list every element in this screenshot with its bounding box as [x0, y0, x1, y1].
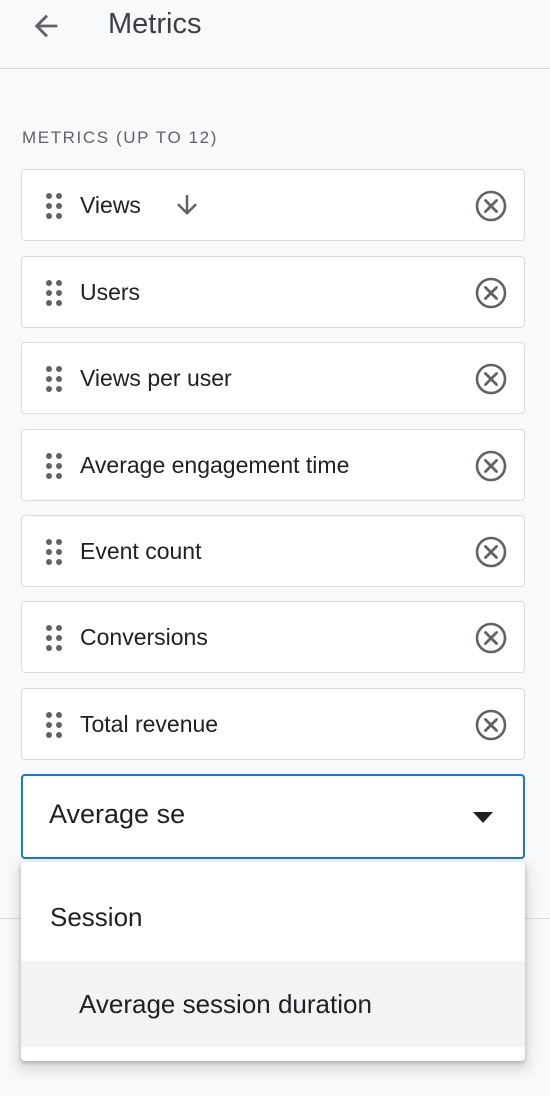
metric-label: Event count [80, 538, 202, 564]
drag-handle-icon[interactable] [44, 711, 66, 739]
dropdown-group-header: Session [50, 902, 143, 932]
arrow-back-icon [34, 14, 58, 38]
remove-circle-icon[interactable] [474, 449, 508, 483]
metric-item-conversions[interactable]: Conversions [21, 601, 525, 673]
drag-handle-icon[interactable] [44, 624, 66, 652]
metric-item-users[interactable]: Users [21, 256, 525, 328]
metric-label: Views [80, 192, 141, 218]
remove-circle-icon[interactable] [474, 535, 508, 569]
metric-item-average-engagement-time[interactable]: Average engagement time [21, 429, 525, 501]
remove-circle-icon[interactable] [474, 276, 508, 310]
arrow-downward-icon[interactable] [172, 190, 202, 220]
metric-label: Users [80, 279, 141, 305]
back-button[interactable] [24, 4, 68, 48]
metric-label: Conversions [80, 624, 208, 650]
metric-label: Total revenue [80, 711, 219, 737]
metrics-editor-page: Metrics METRICS (UP TO 12) Views Users V… [0, 0, 550, 1096]
drag-handle-icon[interactable] [44, 192, 66, 220]
metric-label: Views per user [80, 365, 232, 391]
remove-circle-icon[interactable] [474, 621, 508, 655]
suggestions-dropdown: Session Average session duration [21, 862, 525, 1061]
remove-circle-icon[interactable] [474, 708, 508, 742]
remove-circle-icon[interactable] [474, 362, 508, 396]
drag-handle-icon[interactable] [44, 538, 66, 566]
metric-item-event-count[interactable]: Event count [21, 515, 525, 587]
drag-handle-icon[interactable] [44, 365, 66, 393]
metric-label: Average engagement time [80, 452, 350, 478]
arrow-drop-down-icon[interactable] [473, 812, 493, 824]
dropdown-option-label: Average session duration [79, 989, 372, 1019]
drag-handle-icon[interactable] [44, 279, 66, 307]
page-title: Metrics [108, 8, 202, 40]
metric-search-box[interactable] [21, 774, 525, 859]
metric-item-total-revenue[interactable]: Total revenue [21, 688, 525, 760]
metric-item-views[interactable]: Views [21, 169, 525, 241]
remove-circle-icon[interactable] [474, 189, 508, 223]
section-label: METRICS (UP TO 12) [22, 128, 219, 147]
metric-item-views-per-user[interactable]: Views per user [21, 342, 525, 414]
dropdown-option[interactable]: Average session duration [21, 961, 525, 1047]
drag-handle-icon[interactable] [44, 452, 66, 480]
header: Metrics [0, 0, 550, 69]
metric-search-input[interactable] [49, 794, 449, 834]
